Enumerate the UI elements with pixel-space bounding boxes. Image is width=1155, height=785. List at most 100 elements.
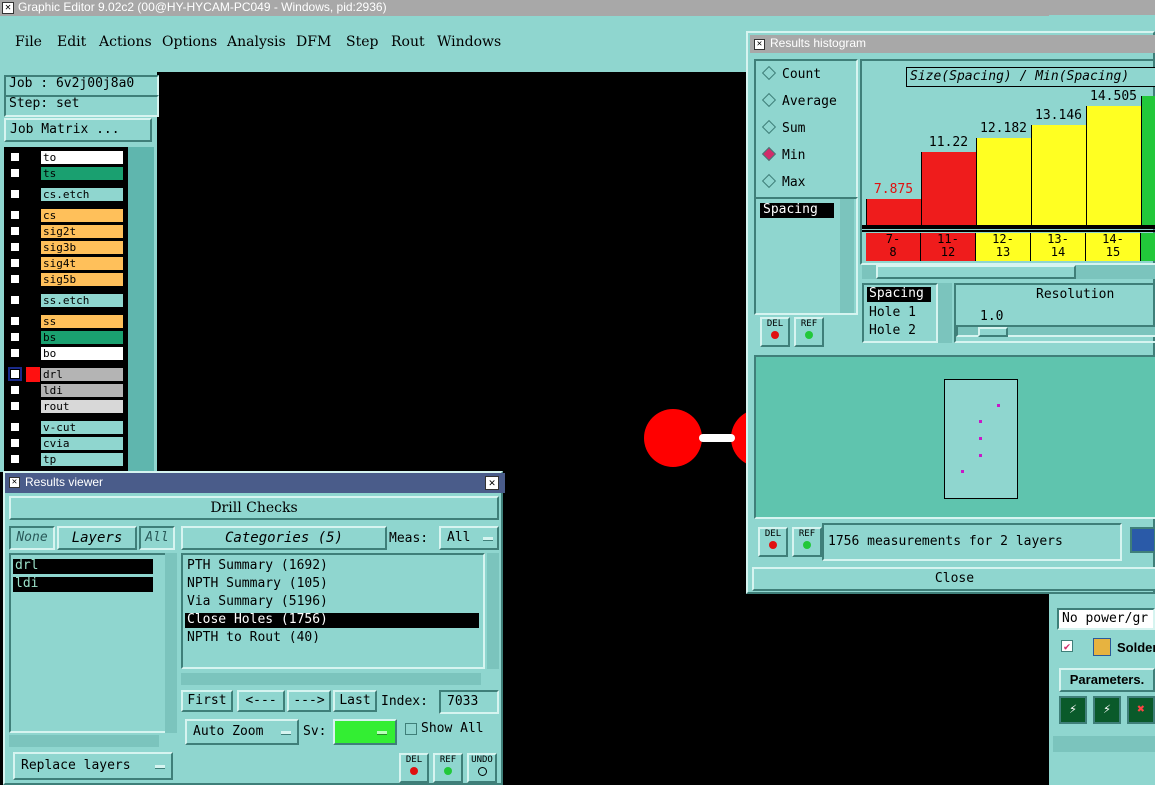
layer-checkbox[interactable]: [8, 367, 22, 381]
layer-row[interactable]: sig5b: [8, 272, 124, 287]
field-item-hole2[interactable]: Hole 2: [869, 323, 916, 338]
histogram-bin[interactable]: 11- 12: [921, 233, 976, 261]
viewer-layer-item[interactable]: ldi: [13, 577, 153, 592]
solder-checkbox[interactable]: ✔: [1061, 640, 1073, 652]
close-window-icon[interactable]: ✕: [2, 2, 14, 14]
menu-actions[interactable]: Actions: [99, 34, 152, 50]
histogram-bin[interactable]: 7- 8: [866, 233, 921, 261]
viewer-layer-item[interactable]: drl: [13, 559, 153, 574]
run-icon[interactable]: ⚡: [1059, 696, 1087, 724]
menu-rout[interactable]: Rout: [391, 34, 425, 50]
severity-select[interactable]: [333, 719, 397, 745]
drill-checks-header[interactable]: Drill Checks: [9, 496, 499, 520]
mode-max[interactable]: Max: [761, 173, 805, 190]
report-icon[interactable]: [1130, 527, 1155, 553]
viewer-del-button[interactable]: DEL: [399, 753, 429, 783]
layer-name[interactable]: cvia: [40, 436, 124, 451]
histogram-bin[interactable]: 14- 15: [1086, 233, 1141, 261]
histogram-bar[interactable]: [1141, 96, 1155, 225]
layer-name[interactable]: bo: [40, 346, 124, 361]
histogram-ref-button[interactable]: REF: [794, 317, 824, 347]
category-item[interactable]: Via Summary (5196): [185, 595, 479, 610]
layer-row[interactable]: tp: [8, 452, 124, 467]
layer-name[interactable]: sig5b: [40, 272, 124, 287]
measure-list-scrollbar[interactable]: [840, 199, 854, 313]
show-all-checkbox[interactable]: [405, 723, 417, 735]
category-item[interactable]: Close Holes (1756): [185, 613, 479, 628]
layer-checkbox[interactable]: [10, 274, 20, 284]
last-button[interactable]: Last: [333, 690, 377, 712]
layer-checkbox[interactable]: [10, 316, 20, 326]
mode-sum[interactable]: Sum: [761, 119, 805, 136]
layer-checkbox[interactable]: [10, 226, 20, 236]
layer-row[interactable]: ss: [8, 314, 124, 329]
layers-none-button[interactable]: None: [9, 526, 55, 550]
layer-row[interactable]: bs: [8, 330, 124, 345]
category-hscrollbar[interactable]: [181, 673, 481, 685]
histogram-close-button[interactable]: Close: [752, 567, 1155, 591]
layer-checkbox[interactable]: [10, 385, 20, 395]
histogram-window-icon[interactable]: ✕: [754, 39, 765, 50]
menu-options[interactable]: Options: [162, 34, 217, 50]
field-list-scrollbar[interactable]: [938, 283, 952, 343]
viewer-ref-button[interactable]: REF: [433, 753, 463, 783]
layer-name[interactable]: to: [40, 150, 124, 165]
layer-row[interactable]: v-cut: [8, 420, 124, 435]
layers-all-button[interactable]: All: [139, 526, 175, 550]
preview-ref-button[interactable]: REF: [792, 527, 822, 557]
histogram-bar[interactable]: [1031, 124, 1086, 225]
first-button[interactable]: First: [181, 690, 233, 712]
layer-checkbox[interactable]: [10, 242, 20, 252]
layer-row[interactable]: cs.etch: [8, 187, 124, 202]
histogram-bar[interactable]: [1086, 105, 1141, 225]
resolution-slider-handle[interactable]: [978, 327, 1008, 337]
layer-checkbox[interactable]: [10, 422, 20, 432]
mode-average[interactable]: Average: [761, 92, 837, 109]
layer-checkbox[interactable]: [10, 295, 20, 305]
layers-button[interactable]: Layers: [57, 526, 137, 550]
field-item-hole1[interactable]: Hole 1: [869, 305, 916, 320]
layer-checkbox[interactable]: [10, 401, 20, 411]
next-button[interactable]: --->: [287, 690, 331, 712]
menu-file[interactable]: File: [15, 34, 42, 50]
layer-checkbox[interactable]: [10, 258, 20, 268]
histogram-bin[interactable]: 12- 13: [976, 233, 1031, 261]
layer-name[interactable]: drl: [40, 367, 124, 382]
layer-row[interactable]: to: [8, 150, 124, 165]
layer-row[interactable]: ss.etch: [8, 293, 124, 308]
preview-del-button[interactable]: DEL: [758, 527, 788, 557]
layer-checkbox[interactable]: [10, 152, 20, 162]
layer-name[interactable]: rout: [40, 399, 124, 414]
index-input[interactable]: 7033: [439, 690, 499, 714]
histogram-bin[interactable]: [1141, 233, 1155, 261]
layer-checkbox[interactable]: [10, 348, 20, 358]
layer-name[interactable]: v-cut: [40, 420, 124, 435]
layer-name[interactable]: ldi: [40, 383, 124, 398]
run-all-icon[interactable]: ⚡: [1093, 696, 1121, 724]
category-item[interactable]: PTH Summary (1692): [185, 559, 479, 574]
layer-row[interactable]: drl: [8, 367, 124, 382]
layer-row[interactable]: rout: [8, 399, 124, 414]
layer-row[interactable]: cs: [8, 208, 124, 223]
chart-scroll-thumb[interactable]: [876, 265, 1076, 279]
measure-item-spacing[interactable]: Spacing: [760, 203, 834, 218]
menu-analysis[interactable]: Analysis: [227, 34, 286, 50]
layer-row[interactable]: bo: [8, 346, 124, 361]
layer-row[interactable]: cvia: [8, 436, 124, 451]
viewer-layer-scrollbar[interactable]: [165, 553, 177, 733]
mode-count[interactable]: Count: [761, 65, 821, 82]
menu-dfm[interactable]: DFM: [296, 34, 331, 50]
category-item[interactable]: NPTH Summary (105): [185, 577, 479, 592]
category-item[interactable]: NPTH to Rout (40): [185, 631, 479, 646]
replace-layers-select[interactable]: Replace layers: [13, 752, 173, 780]
menu-step[interactable]: Step: [346, 34, 378, 50]
histogram-bar[interactable]: [866, 198, 921, 225]
stop-icon[interactable]: ✖: [1127, 696, 1155, 724]
layer-checkbox[interactable]: [10, 454, 20, 464]
layer-checkbox[interactable]: [10, 168, 20, 178]
histogram-del-button[interactable]: DEL: [760, 317, 790, 347]
layer-name[interactable]: sig3b: [40, 240, 124, 255]
layer-checkbox[interactable]: [10, 189, 20, 199]
side-scrollbar[interactable]: [1053, 736, 1155, 752]
categories-button[interactable]: Categories (5): [181, 526, 387, 550]
